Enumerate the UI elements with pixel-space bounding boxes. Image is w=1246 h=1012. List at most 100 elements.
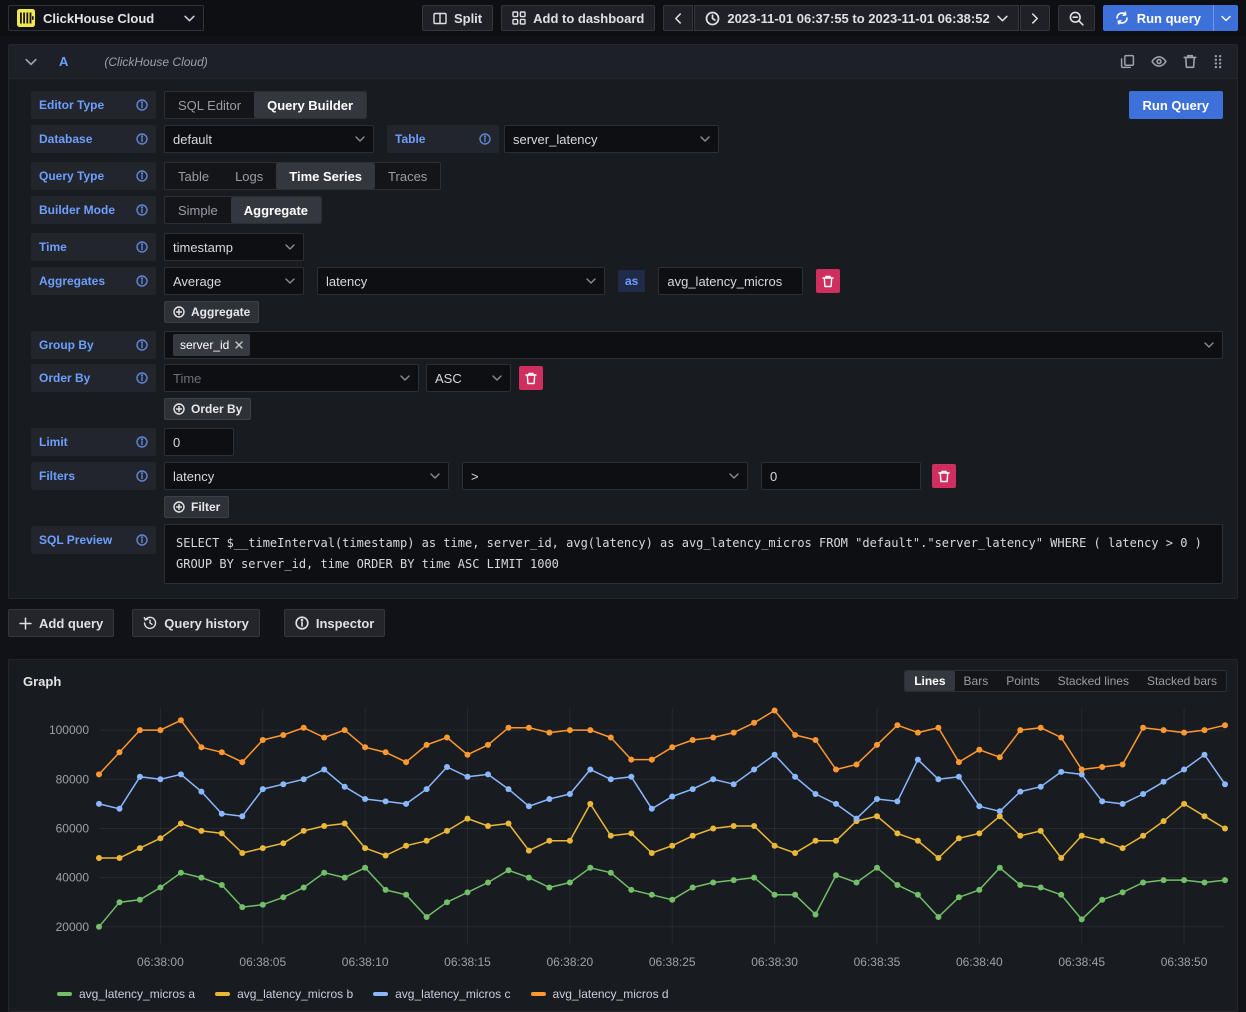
database-select[interactable]: default: [164, 125, 374, 153]
legend-item[interactable]: avg_latency_micros c: [373, 987, 510, 1001]
editor-type-query-builder[interactable]: Query Builder: [254, 92, 366, 118]
x-axis-tick-label: 06:38:50: [1161, 955, 1208, 969]
info-icon[interactable]: [136, 372, 148, 384]
run-query-editor-button[interactable]: Run Query: [1129, 91, 1223, 119]
legend-item[interactable]: avg_latency_micros b: [215, 987, 353, 1001]
query-type-time-series[interactable]: Time Series: [276, 163, 375, 189]
limit-input[interactable]: [164, 428, 234, 456]
query-history-button[interactable]: Query history: [132, 609, 260, 637]
trash-icon[interactable]: [1183, 54, 1197, 69]
clickhouse-logo-icon: [17, 9, 35, 27]
info-icon[interactable]: [136, 133, 148, 145]
y-axis-tick-label: 60000: [56, 821, 90, 835]
info-icon[interactable]: [136, 204, 148, 216]
filter-add-row: Filter: [31, 496, 1223, 518]
time-range-forward-button[interactable]: [1020, 5, 1050, 31]
plus-circle-icon: [173, 403, 185, 415]
info-icon[interactable]: [136, 339, 148, 351]
filters-label: Filters: [31, 462, 156, 490]
series-point: [1181, 730, 1187, 736]
remove-filter-button[interactable]: [932, 464, 956, 488]
legend-item[interactable]: avg_latency_micros d: [531, 987, 669, 1001]
editor-type-sql-editor[interactable]: SQL Editor: [165, 92, 254, 118]
info-icon[interactable]: [136, 99, 148, 111]
order-by-field-select[interactable]: Time: [164, 364, 419, 392]
table-select[interactable]: server_latency: [504, 125, 719, 153]
series-point: [383, 749, 389, 755]
filter-value-input[interactable]: [761, 462, 921, 490]
collapse-chevron-icon[interactable]: [25, 58, 37, 66]
info-icon[interactable]: [136, 470, 148, 482]
series-point: [444, 735, 450, 741]
x-axis-tick-label: 06:38:30: [751, 955, 798, 969]
run-query-button[interactable]: Run query: [1103, 5, 1238, 31]
series-point: [342, 784, 348, 790]
series-point: [1099, 838, 1105, 844]
graph-mode-bars[interactable]: Bars: [955, 671, 998, 691]
series-point: [792, 850, 798, 856]
aggregate-alias-input[interactable]: [658, 267, 803, 295]
graph-mode-stacked-bars[interactable]: Stacked bars: [1138, 671, 1226, 691]
filter-operator-select[interactable]: >: [462, 462, 748, 490]
graph-mode-lines[interactable]: Lines: [905, 671, 954, 691]
aggregate-function-select[interactable]: Average: [164, 267, 304, 295]
plus-circle-icon: [173, 306, 185, 318]
trash-icon: [822, 275, 834, 288]
add-order-by-button[interactable]: Order By: [164, 398, 251, 420]
query-type-group: Table Logs Time Series Traces: [164, 162, 441, 190]
series-point: [1181, 801, 1187, 807]
inspector-button[interactable]: Inspector: [284, 609, 386, 637]
legend-item[interactable]: avg_latency_micros a: [57, 987, 195, 1001]
eye-icon[interactable]: [1151, 55, 1167, 68]
time-column-select[interactable]: timestamp: [164, 233, 304, 261]
series-point: [342, 821, 348, 827]
add-query-button[interactable]: Add query: [8, 609, 114, 637]
query-type-traces[interactable]: Traces: [375, 163, 440, 189]
label-text: Editor Type: [39, 98, 104, 112]
add-aggregate-button[interactable]: Aggregate: [164, 301, 259, 323]
time-range-button[interactable]: 2023-11-01 06:37:55 to 2023-11-01 06:38:…: [694, 5, 1018, 31]
time-range-back-button[interactable]: [663, 5, 693, 31]
series-point: [239, 759, 245, 765]
order-by-direction-select[interactable]: ASC: [426, 364, 511, 392]
series-point: [1038, 885, 1044, 891]
label-text: Table: [395, 132, 425, 146]
database-row: Database default Table server_latency: [31, 125, 1223, 153]
info-icon[interactable]: [136, 436, 148, 448]
info-icon[interactable]: [479, 133, 491, 145]
info-icon[interactable]: [136, 275, 148, 287]
info-icon[interactable]: [136, 534, 148, 546]
add-filter-button[interactable]: Filter: [164, 496, 229, 518]
zoom-out-button[interactable]: [1058, 5, 1095, 31]
graph-mode-points[interactable]: Points: [997, 671, 1048, 691]
series-point: [1058, 735, 1064, 741]
info-icon[interactable]: [136, 170, 148, 182]
query-type-logs[interactable]: Logs: [222, 163, 276, 189]
chevron-down-icon: [586, 278, 596, 284]
duplicate-query-icon[interactable]: [1120, 54, 1135, 69]
series-point: [362, 865, 368, 871]
run-query-dropdown[interactable]: [1213, 5, 1238, 31]
remove-order-by-button[interactable]: [519, 366, 543, 390]
graph-mode-group: Lines Bars Points Stacked lines Stacked …: [904, 670, 1227, 692]
graph-canvas[interactable]: 2000040000600008000010000006:38:0006:38:…: [15, 696, 1237, 982]
remove-aggregate-button[interactable]: [816, 269, 840, 293]
graph-mode-stacked-lines[interactable]: Stacked lines: [1049, 671, 1138, 691]
remove-tag-icon[interactable]: [235, 341, 243, 349]
builder-mode-simple[interactable]: Simple: [165, 197, 231, 223]
query-row-header[interactable]: A (ClickHouse Cloud): [9, 45, 1237, 79]
drag-handle-icon[interactable]: [1213, 54, 1223, 69]
builder-mode-aggregate[interactable]: Aggregate: [231, 197, 321, 223]
info-icon[interactable]: [136, 241, 148, 253]
series-point: [813, 791, 819, 797]
run-query-label: Run query: [1137, 11, 1201, 26]
query-type-table[interactable]: Table: [165, 163, 222, 189]
query-editor-panel: A (ClickHouse Cloud) Run Query Editor Ty…: [8, 44, 1238, 599]
add-to-dashboard-button[interactable]: Add to dashboard: [501, 5, 655, 31]
datasource-picker[interactable]: ClickHouse Cloud: [8, 5, 204, 31]
group-by-multiselect[interactable]: server_id: [164, 331, 1223, 359]
aggregate-column-select[interactable]: latency: [317, 267, 605, 295]
series-point: [506, 725, 512, 731]
filter-column-select[interactable]: latency: [164, 462, 449, 490]
split-button[interactable]: Split: [422, 5, 493, 31]
